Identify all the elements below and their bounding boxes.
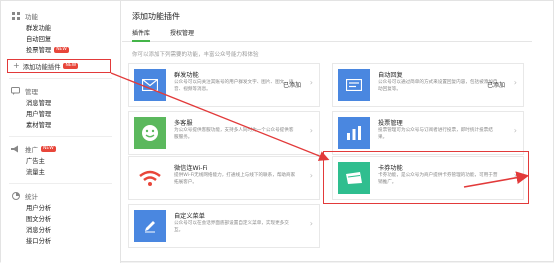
plugin-status: 已添加 xyxy=(282,82,301,89)
new-badge: NEW xyxy=(54,47,69,53)
add-plugin-label: 添加功能插件 xyxy=(22,63,61,71)
plugin-name: 多客服 xyxy=(174,120,193,127)
sidebar-section-stats: 统计 用户分析 图文分析 消息分析 接口分析 xyxy=(1,189,120,247)
sidebar-section-title: 管理 xyxy=(25,88,38,96)
plugin-thumb xyxy=(134,69,166,101)
tab-plugin-library[interactable]: 插件库 xyxy=(132,28,151,42)
plugin-name: 自定义菜单 xyxy=(174,213,205,220)
chevron-right-icon: › xyxy=(513,78,517,87)
chevron-right-icon: › xyxy=(309,78,313,87)
plugin-name: 投票管理 xyxy=(378,120,403,127)
chat-icon xyxy=(11,87,20,95)
plugin-card-wifi[interactable]: 微信连Wi-Fi 提供Wi-Fi无线网络能力，打通线上与线下的联系，帮助商家拓展… xyxy=(128,156,320,200)
plugin-thumb xyxy=(338,69,370,101)
chart-icon xyxy=(11,192,20,200)
divider xyxy=(9,183,112,184)
plugin-status: 已添加 xyxy=(486,82,505,89)
plugin-thumb xyxy=(338,117,370,149)
sidebar-item-materials[interactable]: 素材管理 xyxy=(1,120,120,131)
megaphone-icon xyxy=(11,145,20,153)
pencil-icon xyxy=(145,221,155,233)
sidebar-section-title: 统计 xyxy=(25,193,38,201)
plugin-card-auto-reply[interactable]: 自动回复 公众号可以通过简单的方式来设置回复内容，包括被添加自动回复等。 已添加… xyxy=(332,63,524,107)
plugin-desc: 公众号可以向关注其账号的用户群发文字、图片、图文、语音、视频等消息。 xyxy=(174,80,294,92)
divider xyxy=(9,136,112,137)
plugin-thumb xyxy=(134,162,166,194)
page-title: 添加功能插件 xyxy=(132,12,180,21)
sidebar-item-label: 投票管理 xyxy=(26,47,52,54)
plugin-card-custom-menu[interactable]: 自定义菜单 公众号可以在会话界面底部设置自定义菜单，实现更多交互。 › xyxy=(128,204,320,248)
main-panel: 添加功能插件 插件库 授权管理 你可以添加下列需要的功能，丰富公众号能力和体验 … xyxy=(122,1,554,263)
sidebar-section-promote: 推广 NEW 广告主 流量主 xyxy=(1,142,120,178)
new-badge: NEW xyxy=(41,146,56,152)
sidebar-item-mass-send[interactable]: 群发功能 xyxy=(1,23,120,34)
chevron-right-icon: › xyxy=(309,219,313,228)
chevron-right-icon: › xyxy=(513,126,517,135)
divider xyxy=(9,78,112,79)
sidebar-item-article-analysis[interactable]: 图文分析 xyxy=(1,214,120,225)
tip-text: 你可以添加下列需要的功能，丰富公众号能力和体验 xyxy=(132,52,259,58)
chevron-right-icon: › xyxy=(309,126,313,135)
plugin-card-vote[interactable]: 投票管理 投票管理可为公众号与订阅者进行投票，即时统计投票结果。 › xyxy=(332,111,524,155)
plugin-name: 自动回复 xyxy=(378,72,403,79)
sidebar-item-messages[interactable]: 消息管理 xyxy=(1,98,120,109)
sidebar-section-features: 功能 群发功能 自动回复 投票管理 NEW + 添加功能插件 NEW xyxy=(1,9,120,73)
sidebar-item-user-analysis[interactable]: 用户分析 xyxy=(1,203,120,214)
add-plugin-button[interactable]: + 添加功能插件 NEW xyxy=(7,59,111,73)
plugin-desc: 提供Wi-Fi无线网络能力，打通线上与线下的联系，帮助商家拓展客户。 xyxy=(174,173,296,185)
tab-authorization[interactable]: 授权管理 xyxy=(170,28,194,40)
sidebar-item-advertiser[interactable]: 广告主 xyxy=(1,156,120,167)
sidebar-section-title: 功能 xyxy=(25,13,38,21)
smile-icon xyxy=(142,125,158,141)
plus-icon: + xyxy=(13,61,20,70)
sidebar-item-users[interactable]: 用户管理 xyxy=(1,109,120,120)
envelope-icon xyxy=(142,79,158,91)
tab-bar: 插件库 授权管理 xyxy=(122,26,532,42)
highlight-box xyxy=(323,151,529,204)
plugin-desc: 投票管理可为公众号与订阅者进行投票，即时统计投票结果。 xyxy=(378,128,493,140)
sidebar-section-title: 推广 xyxy=(25,146,38,154)
app-window: 功能 群发功能 自动回复 投票管理 NEW + 添加功能插件 NEW 管理 消息管… xyxy=(0,0,554,263)
plugin-desc: 公众号可以在会话界面底部设置自定义菜单，实现更多交互。 xyxy=(174,221,289,233)
plugin-card-customer-service[interactable]: 多客服 为公众号提供客服功能，支持多人同时为一个公众号提供客服服务。 › xyxy=(128,111,320,155)
plugin-desc: 为公众号提供客服功能，支持多人同时为一个公众号提供客服服务。 xyxy=(174,128,294,140)
bar-chart-icon xyxy=(347,126,361,140)
plugin-thumb xyxy=(134,117,166,149)
plugin-desc: 公众号可以通过简单的方式来设置回复内容，包括被添加自动回复等。 xyxy=(378,80,498,92)
sidebar-item-api-analysis[interactable]: 接口分析 xyxy=(1,236,120,247)
sidebar-item-auto-reply[interactable]: 自动回复 xyxy=(1,34,120,45)
chevron-right-icon: › xyxy=(309,171,313,180)
plugin-card-mass-send[interactable]: 群发功能 公众号可以向关注其账号的用户群发文字、图片、图文、语音、视频等消息。 … xyxy=(128,63,320,107)
plugin-name: 群发功能 xyxy=(174,72,199,79)
grid-icon xyxy=(11,12,20,20)
card-list-icon xyxy=(346,79,362,91)
sidebar-section-manage: 管理 消息管理 用户管理 素材管理 xyxy=(1,84,120,131)
new-badge: NEW xyxy=(63,63,79,69)
sidebar-item-publisher[interactable]: 流量主 xyxy=(1,167,120,178)
sidebar-item-vote[interactable]: 投票管理 NEW xyxy=(1,45,120,56)
plugin-name: 微信连Wi-Fi xyxy=(174,165,208,172)
plugin-thumb xyxy=(134,210,166,242)
sidebar: 功能 群发功能 自动回复 投票管理 NEW + 添加功能插件 NEW 管理 消息管… xyxy=(1,1,121,263)
sidebar-item-message-analysis[interactable]: 消息分析 xyxy=(1,225,120,236)
wifi-icon xyxy=(139,170,161,186)
